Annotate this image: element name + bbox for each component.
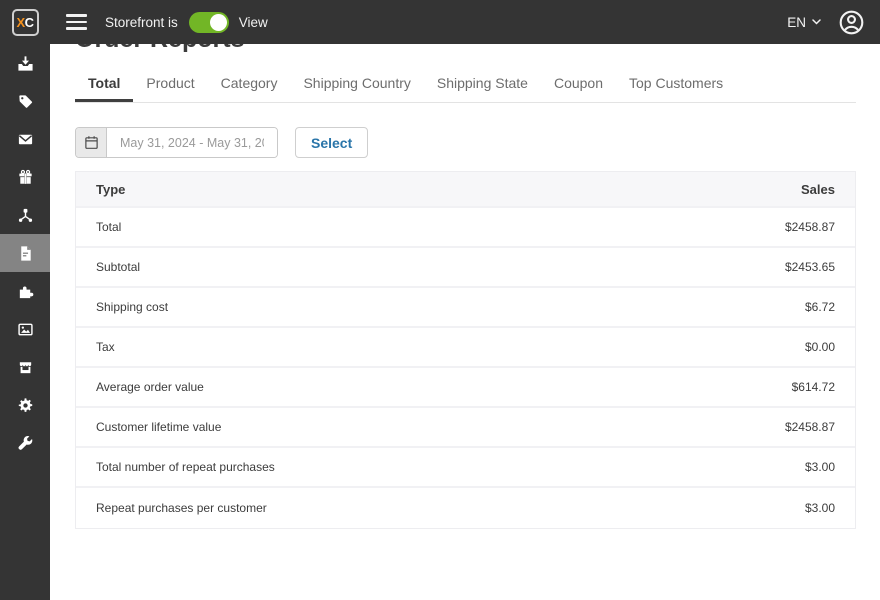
- document-icon: [17, 245, 34, 262]
- hub-icon: [17, 207, 34, 224]
- tab-top-customers[interactable]: Top Customers: [616, 75, 736, 102]
- row-type: Repeat purchases per customer: [96, 501, 267, 515]
- tab-shipping-state[interactable]: Shipping State: [424, 75, 541, 102]
- sidebar-item-settings[interactable]: [0, 386, 50, 424]
- column-header-type: Type: [96, 182, 125, 197]
- select-button[interactable]: Select: [295, 127, 368, 158]
- row-type: Total number of repeat purchases: [96, 460, 275, 474]
- date-range-group: [75, 127, 278, 158]
- storefront-status-label: Storefront is: [105, 15, 178, 30]
- menu-icon[interactable]: [59, 7, 93, 37]
- report-table: Type Sales Total $2458.87 Subtotal $2453…: [75, 171, 856, 529]
- report-tabs: Total Product Category Shipping Country …: [75, 75, 856, 103]
- row-type: Subtotal: [96, 260, 140, 274]
- sidebar-item-promotions[interactable]: [0, 158, 50, 196]
- calendar-icon: [84, 135, 99, 150]
- view-storefront-link[interactable]: View: [239, 15, 268, 30]
- sidebar: [0, 44, 50, 600]
- gear-icon: [17, 397, 34, 414]
- account-menu[interactable]: [838, 9, 865, 36]
- table-row: Customer lifetime value $2458.87: [76, 408, 855, 448]
- inbox-arrow-icon: [17, 55, 34, 72]
- row-sales: $2453.65: [785, 260, 835, 274]
- row-type: Average order value: [96, 380, 204, 394]
- row-sales: $6.72: [805, 300, 835, 314]
- row-sales: $0.00: [805, 340, 835, 354]
- date-range-input[interactable]: [107, 128, 277, 157]
- toggle-knob: [210, 14, 227, 31]
- sidebar-item-orders[interactable]: [0, 44, 50, 82]
- row-type: Total: [96, 220, 121, 234]
- image-icon: [17, 321, 34, 338]
- topbar: XC Storefront is View EN: [0, 0, 880, 44]
- wrench-icon: [17, 435, 34, 452]
- language-selector[interactable]: EN: [787, 15, 821, 30]
- logo-letter-c: C: [25, 15, 34, 30]
- logo-cell: XC: [0, 9, 50, 36]
- tab-product[interactable]: Product: [133, 75, 207, 102]
- tab-category[interactable]: Category: [208, 75, 291, 102]
- tab-coupon[interactable]: Coupon: [541, 75, 616, 102]
- table-row: Subtotal $2453.65: [76, 248, 855, 288]
- tag-icon: [17, 93, 34, 110]
- tab-total[interactable]: Total: [75, 75, 133, 102]
- xc-logo[interactable]: XC: [12, 9, 39, 36]
- sidebar-item-content[interactable]: [0, 310, 50, 348]
- chevron-down-icon: [812, 19, 821, 25]
- sidebar-item-catalog[interactable]: [0, 82, 50, 120]
- sidebar-item-communications[interactable]: [0, 120, 50, 158]
- sidebar-item-tools[interactable]: [0, 424, 50, 462]
- sidebar-item-reports[interactable]: [0, 234, 50, 272]
- table-row: Tax $0.00: [76, 328, 855, 368]
- table-row: Shipping cost $6.72: [76, 288, 855, 328]
- language-label: EN: [787, 15, 806, 30]
- store-icon: [17, 359, 34, 376]
- topbar-right: EN: [787, 9, 880, 36]
- row-sales: $2458.87: [785, 220, 835, 234]
- calendar-button[interactable]: [76, 128, 107, 157]
- table-row: Total $2458.87: [76, 208, 855, 248]
- table-row: Total number of repeat purchases $3.00: [76, 448, 855, 488]
- puzzle-icon: [17, 283, 34, 300]
- filter-controls: Select: [75, 127, 856, 158]
- row-sales: $3.00: [805, 501, 835, 515]
- row-sales: $614.72: [792, 380, 835, 394]
- sidebar-item-storefront[interactable]: [0, 348, 50, 386]
- account-icon: [838, 9, 865, 36]
- row-sales: $2458.87: [785, 420, 835, 434]
- row-type: Shipping cost: [96, 300, 168, 314]
- main-content: Order Reports Total Product Category Shi…: [50, 0, 880, 529]
- row-sales: $3.00: [805, 460, 835, 474]
- column-header-sales: Sales: [801, 182, 835, 197]
- table-header: Type Sales: [76, 172, 855, 208]
- table-row: Repeat purchases per customer $3.00: [76, 488, 855, 528]
- logo-letter-x: X: [16, 15, 24, 30]
- tab-shipping-country[interactable]: Shipping Country: [290, 75, 423, 102]
- storefront-toggle[interactable]: [189, 12, 229, 33]
- table-row: Average order value $614.72: [76, 368, 855, 408]
- gift-icon: [17, 169, 34, 186]
- row-type: Tax: [96, 340, 115, 354]
- envelope-icon: [17, 131, 34, 148]
- sidebar-item-sales-channels[interactable]: [0, 196, 50, 234]
- row-type: Customer lifetime value: [96, 420, 221, 434]
- sidebar-item-apps[interactable]: [0, 272, 50, 310]
